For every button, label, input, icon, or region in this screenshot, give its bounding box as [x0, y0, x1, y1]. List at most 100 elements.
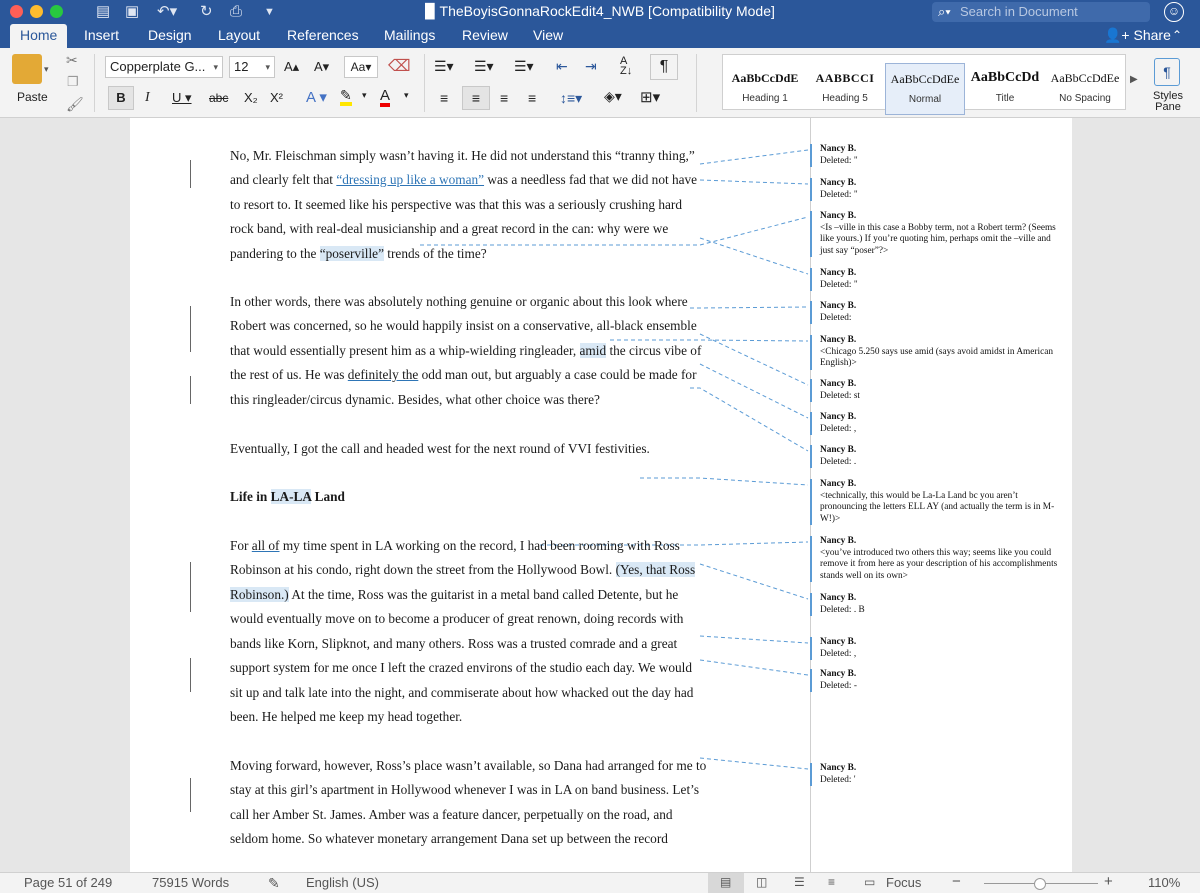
zoom-out-button[interactable]: −	[952, 873, 961, 890]
document-line[interactable]: to resort to. It seemed like his perspec…	[230, 197, 682, 213]
tab-insert[interactable]: Insert	[74, 24, 129, 48]
comment-balloon[interactable]: Nancy B. Deleted: '	[810, 763, 1062, 786]
document-line[interactable]: Robinson.) At the time, Ross was the gui…	[230, 587, 678, 603]
document-line[interactable]: bands like Korn, Slipknot, and many othe…	[230, 636, 677, 652]
comment-balloon[interactable]: Nancy B. Deleted: ,	[810, 412, 1062, 435]
gallery-more-icon[interactable]: ▶	[1130, 74, 1138, 85]
copy-icon[interactable]: ❐	[67, 74, 79, 90]
document-line[interactable]: For all of my time spent in LA working o…	[230, 538, 680, 554]
tab-review[interactable]: Review	[452, 24, 518, 48]
document-line[interactable]: In other words, there was absolutely not…	[230, 294, 688, 310]
document-line[interactable]: call her Amber St. James. Amber was a fe…	[230, 807, 673, 823]
cut-icon[interactable]: ✂	[66, 52, 78, 69]
document-line[interactable]: would eventually move on to become a pro…	[230, 611, 683, 627]
tab-design[interactable]: Design	[138, 24, 202, 48]
document-line[interactable]: Eventually, I got the call and headed we…	[230, 441, 650, 457]
line-spacing-icon[interactable]: ↕≡▾	[560, 90, 582, 107]
style-title[interactable]: AaBbCcDd Title	[965, 63, 1045, 115]
draft-view-icon[interactable]: ≡	[828, 875, 835, 889]
comment-balloon[interactable]: Nancy B. Deleted: "	[810, 144, 1062, 167]
tab-view[interactable]: View	[523, 24, 573, 48]
bold-button[interactable]: B	[108, 86, 134, 110]
numbering-icon[interactable]: ☰▾	[474, 58, 494, 75]
zoom-slider-thumb[interactable]	[1033, 878, 1046, 890]
document-line[interactable]: support system for me once I left the cr…	[230, 660, 692, 676]
paste-clipboard-icon[interactable]	[12, 54, 42, 84]
text-effects-icon[interactable]: A ▾	[306, 88, 327, 106]
document-line[interactable]: sit up and talk late into the night, and…	[230, 685, 693, 701]
proofing-icon[interactable]: ✎	[268, 875, 280, 892]
word-count[interactable]: 75915 Words	[152, 875, 229, 890]
grow-font-icon[interactable]: A▴	[284, 59, 299, 75]
comment-balloon[interactable]: Nancy B. <Chicago 5.250 says use amid (sa…	[810, 335, 1062, 370]
outline-view-icon[interactable]: ☰	[794, 875, 805, 889]
paste-dropdown-arrow-icon[interactable]: ▾	[44, 64, 49, 75]
shrink-font-icon[interactable]: A▾	[314, 59, 329, 75]
shading-icon[interactable]: ◈▾	[604, 88, 622, 105]
styles-pane-label[interactable]: Styles Pane	[1148, 91, 1188, 113]
subscript-button[interactable]: X₂	[244, 90, 258, 105]
multilevel-list-icon[interactable]: ☰▾	[514, 58, 534, 75]
superscript-button[interactable]: X²	[270, 90, 283, 105]
font-name-dropdown[interactable]: Copperplate G... ▾	[105, 56, 223, 78]
collapse-ribbon-icon[interactable]: ⌃	[1172, 24, 1182, 47]
language-label[interactable]: English (US)	[306, 875, 379, 890]
tab-layout[interactable]: Layout	[208, 24, 270, 48]
feedback-smiley-icon[interactable]: ☺	[1164, 2, 1184, 22]
comment-balloon[interactable]: Nancy B. Deleted:	[810, 301, 1062, 324]
comment-balloon[interactable]: Nancy B. <technically, this would be La-L…	[810, 479, 1062, 525]
chevron-down-icon[interactable]: ▾	[362, 90, 367, 101]
show-formatting-marks-icon[interactable]: ¶	[650, 54, 678, 80]
document-line[interactable]: seldom home. So whatever monetary arrang…	[230, 831, 668, 847]
zoom-level[interactable]: 110%	[1148, 875, 1180, 890]
comment-balloon[interactable]: Nancy B. Deleted: ,	[810, 637, 1062, 660]
document-line[interactable]: No, Mr. Fleischman simply wasn’t having …	[230, 148, 695, 164]
comment-balloon[interactable]: Nancy B. <you’ve introduced two others th…	[810, 536, 1062, 582]
document-canvas[interactable]: No, Mr. Fleischman simply wasn’t having …	[0, 118, 1200, 872]
web-layout-icon[interactable]: ◫	[756, 875, 767, 889]
document-line[interactable]: been. He helped me keep my head together…	[230, 709, 462, 725]
decrease-indent-icon[interactable]: ⇤	[556, 58, 568, 75]
align-center-icon[interactable]: ≡	[462, 86, 490, 110]
document-line[interactable]: Life in LA-LA Land	[230, 489, 345, 505]
align-left-icon[interactable]: ≡	[440, 90, 448, 106]
style-normal[interactable]: AaBbCcDdEe Normal	[885, 63, 965, 115]
chevron-down-icon[interactable]: ▾	[404, 90, 409, 101]
search-input[interactable]: ⌕▾ Search in Document	[932, 2, 1150, 22]
sort-icon[interactable]: A Z↓	[620, 56, 632, 77]
comment-balloon[interactable]: Nancy B. Deleted: . B	[810, 593, 1062, 616]
comment-balloon[interactable]: Nancy B. Deleted: "	[810, 178, 1062, 201]
comment-balloon[interactable]: Nancy B. <Is –ville in this case a Bobby …	[810, 211, 1062, 257]
comment-balloon[interactable]: Nancy B. Deleted: "	[810, 268, 1062, 291]
focus-mode-icon[interactable]: ▭	[864, 875, 875, 889]
document-line[interactable]: and clearly felt that “dressing up like …	[230, 172, 697, 188]
comment-balloon[interactable]: Nancy B. Deleted: st	[810, 379, 1062, 402]
focus-label[interactable]: Focus	[886, 875, 921, 890]
font-color-icon[interactable]: A	[380, 88, 391, 107]
style-no-spacing[interactable]: AaBbCcDdEe No Spacing	[1045, 63, 1125, 115]
clear-formatting-icon[interactable]: ⌫	[388, 56, 411, 76]
bullets-icon[interactable]: ☰▾	[434, 58, 454, 75]
font-size-dropdown[interactable]: 12 ▾	[229, 56, 275, 78]
style-heading-1[interactable]: AaBbCcDdE Heading 1	[725, 63, 805, 115]
share-button[interactable]: 👤+ Share	[1104, 24, 1171, 47]
tab-home[interactable]: Home	[10, 24, 68, 48]
comment-balloon[interactable]: Nancy B. Deleted: -	[810, 669, 1062, 692]
document-line[interactable]: pandering to the “poserville” trends of …	[230, 246, 487, 262]
document-line[interactable]: rock band, with real-deal musicianship a…	[230, 221, 668, 237]
styles-pane-icon[interactable]: ¶	[1154, 58, 1180, 86]
document-line[interactable]: the rest of us. He was definitely the od…	[230, 367, 697, 383]
borders-icon[interactable]: ⊞▾	[640, 88, 660, 106]
page-count[interactable]: Page 51 of 249	[24, 875, 112, 890]
underline-button[interactable]: U ▾	[172, 90, 192, 106]
zoom-in-button[interactable]: +	[1104, 873, 1113, 890]
document-line[interactable]: Robert was concerned, so he would happil…	[230, 318, 697, 334]
style-heading-5[interactable]: AABBCCI Heading 5	[805, 63, 885, 115]
tab-references[interactable]: References	[277, 24, 369, 48]
document-line[interactable]: stay at this girl’s apartment in Hollywo…	[230, 782, 699, 798]
comment-balloon[interactable]: Nancy B. Deleted: .	[810, 445, 1062, 468]
tab-mailings[interactable]: Mailings	[374, 24, 445, 48]
change-case-icon[interactable]: Aa▾	[344, 56, 378, 78]
justify-icon[interactable]: ≡	[528, 90, 536, 106]
italic-button[interactable]: I	[145, 90, 150, 106]
